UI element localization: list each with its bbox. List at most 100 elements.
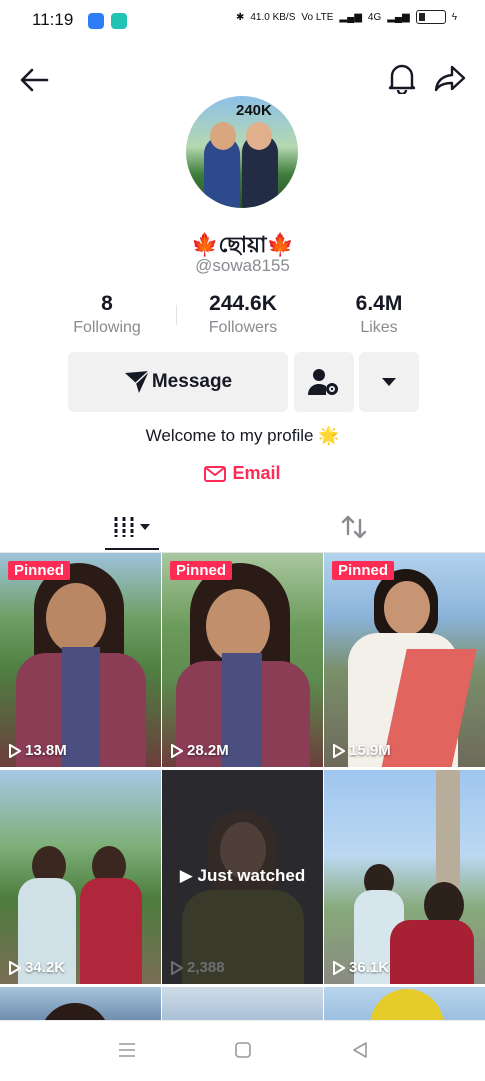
pinned-badge: Pinned	[170, 561, 233, 580]
signal-icon-2: ▂▄▆	[387, 11, 410, 23]
video-1-scarf	[62, 647, 100, 767]
view-count-value: 28.2M	[187, 742, 229, 759]
message-button-label: Message	[151, 371, 233, 392]
play-icon	[9, 960, 21, 975]
status-time: 11:19	[32, 10, 74, 29]
video-tile-2[interactable]: Pinned 28.2M	[162, 553, 323, 767]
network-type: 4G	[367, 11, 382, 23]
bell-icon	[388, 64, 416, 94]
video-9-headscarf	[370, 989, 444, 1020]
stat-likes-label: Likes	[360, 319, 398, 336]
profile-stats: 8 Following 244.6K Followers 6.4M Likes	[0, 292, 485, 342]
just-watched-label: Just watched	[197, 866, 306, 885]
video-tile-1[interactable]: Pinned 13.8M	[0, 553, 161, 767]
recents-button[interactable]	[118, 1043, 136, 1057]
email-link[interactable]: Email	[0, 463, 485, 484]
avatar-face-1	[210, 122, 236, 150]
charging-icon: ϟ	[451, 11, 457, 23]
view-count: 2,388	[171, 959, 225, 976]
stat-followers-label: Followers	[208, 319, 278, 336]
play-icon	[171, 960, 183, 975]
view-count-value: 2,388	[187, 959, 225, 976]
caret-down-small-icon	[140, 524, 150, 530]
stat-following[interactable]: 8 Following	[37, 292, 177, 337]
email-label: Email	[232, 463, 281, 483]
share-icon	[434, 65, 466, 92]
repost-icon	[341, 515, 367, 539]
video-7-hair	[40, 1003, 110, 1020]
video-tile-9[interactable]	[324, 987, 485, 1020]
chat-notification-icon	[111, 13, 127, 29]
play-icon	[171, 743, 183, 758]
stat-followers[interactable]: 244.6K Followers	[173, 292, 313, 337]
back-button[interactable]	[14, 60, 54, 100]
status-indicators: ✱ 41.0 KB/S Vo LTE ▂▄▆ 4G ▂▄▆ ϟ	[236, 10, 457, 24]
video-2-face	[206, 589, 270, 663]
person-gear-icon	[308, 369, 338, 395]
home-button[interactable]	[235, 1042, 251, 1058]
video-3-face	[384, 581, 430, 635]
stat-likes[interactable]: 6.4M Likes	[309, 292, 449, 337]
play-icon	[333, 960, 345, 975]
signal-icon: ▂▄▆	[339, 11, 362, 23]
tab-reposts[interactable]	[338, 512, 370, 542]
stat-followers-value: 244.6K	[209, 292, 277, 315]
more-options-dropdown[interactable]	[359, 352, 419, 412]
arrow-left-icon	[20, 68, 49, 92]
send-icon	[124, 370, 150, 393]
view-count: 34.2K	[9, 959, 65, 976]
share-button[interactable]	[430, 58, 470, 98]
system-back-button[interactable]	[352, 1042, 368, 1058]
profile-bio: Welcome to my profile 🌟	[145, 426, 340, 445]
system-nav-bar	[0, 1020, 485, 1081]
stat-likes-value: 6.4M	[355, 292, 403, 315]
pinned-badge: Pinned	[8, 561, 71, 580]
content-tabs	[0, 502, 485, 553]
view-count: 13.8M	[9, 742, 67, 759]
avatar-badge: 240K	[236, 102, 272, 119]
video-6-pillar	[436, 770, 460, 900]
view-count: 15.9M	[333, 742, 391, 759]
view-count: 36.1K	[333, 959, 389, 976]
video-tile-3[interactable]: Pinned 15.9M	[324, 553, 485, 767]
caret-down-icon	[382, 378, 396, 386]
video-6-person-2	[390, 920, 474, 984]
play-icon	[333, 743, 345, 758]
notifications-button[interactable]	[382, 58, 422, 98]
view-count: 28.2M	[171, 742, 229, 759]
home-square-icon	[235, 1042, 251, 1058]
active-tab-indicator	[105, 548, 159, 550]
triangle-back-icon	[353, 1042, 367, 1058]
video-tile-4[interactable]: 34.2K	[0, 770, 161, 984]
tab-videos[interactable]	[112, 512, 162, 542]
menu-icon	[119, 1043, 135, 1057]
net-speed: 41.0 KB/S	[250, 11, 296, 23]
video-tile-6[interactable]: 36.1K	[324, 770, 485, 984]
message-button[interactable]: Message	[68, 352, 288, 412]
view-count-value: 34.2K	[25, 959, 66, 976]
stat-following-value: 8	[101, 292, 113, 315]
bluetooth-icon: ✱	[235, 11, 245, 23]
username-handle: @sowa8155	[195, 256, 290, 275]
status-bar: 11:19 ✱ 41.0 KB/S Vo LTE ▂▄▆ 4G ▂▄▆ ϟ	[0, 0, 485, 44]
play-icon	[9, 743, 21, 758]
volte-label: Vo LTE	[301, 11, 334, 23]
profile-avatar[interactable]: 240K	[186, 96, 298, 208]
pinned-badge: Pinned	[332, 561, 395, 580]
view-count-value: 15.9M	[349, 742, 391, 759]
video-tile-5[interactable]: ▶ Just watched 2,388	[162, 770, 323, 984]
video-tile-7[interactable]	[0, 987, 161, 1020]
stat-following-label: Following	[73, 319, 141, 336]
just-watched-overlay: ▶ Just watched	[179, 866, 306, 885]
battery-icon	[415, 10, 446, 24]
video-tile-8[interactable]	[162, 987, 323, 1020]
video-1-face	[46, 583, 106, 653]
envelope-icon	[204, 465, 227, 482]
follow-settings-button[interactable]	[294, 352, 354, 412]
app-notification-icon	[88, 13, 104, 29]
view-count-value: 36.1K	[349, 959, 390, 976]
videos-grid-icon	[114, 517, 134, 537]
view-count-value: 13.8M	[25, 742, 67, 759]
avatar-face-2	[246, 122, 272, 150]
video-4-person-2	[80, 878, 142, 984]
